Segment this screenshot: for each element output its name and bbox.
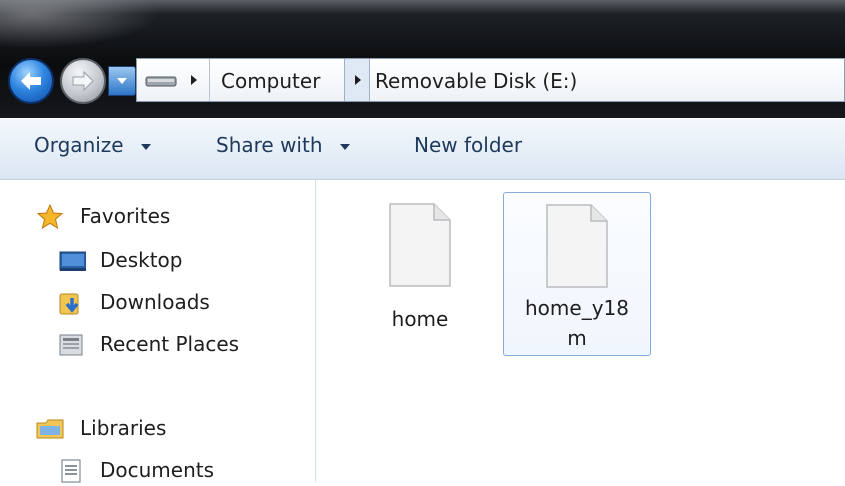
- organize-label: Organize: [34, 133, 124, 157]
- navigation-pane: Favorites Desktop Downloads Recent Place…: [0, 180, 316, 483]
- address-bar[interactable]: Computer Removable Disk (E:): [136, 58, 845, 102]
- breadcrumb-computer-arrow[interactable]: [344, 59, 370, 101]
- breadcrumb-removable-disk[interactable]: Removable Disk (E:): [375, 69, 577, 93]
- desktop-label: Desktop: [100, 248, 183, 272]
- command-toolbar: Organize Share with New folder: [0, 118, 845, 180]
- breadcrumb-divider: [209, 59, 210, 101]
- new-folder-button[interactable]: New folder: [414, 133, 522, 157]
- downloads-label: Downloads: [100, 290, 210, 314]
- drive-icon: [145, 76, 177, 87]
- documents-label: Documents: [100, 458, 215, 482]
- libraries-icon: [36, 419, 64, 439]
- desktop-icon: [59, 251, 86, 271]
- recent-pages-button[interactable]: [108, 66, 136, 96]
- star-icon: [36, 204, 64, 230]
- chevron-right-icon: [191, 75, 197, 85]
- back-button[interactable]: [8, 58, 54, 104]
- nav-favorites[interactable]: Favorites: [36, 202, 296, 232]
- downloads-icon: [59, 293, 79, 315]
- forward-button[interactable]: [60, 58, 106, 104]
- nav-libraries[interactable]: Libraries: [36, 414, 296, 444]
- chevron-down-icon: [117, 78, 127, 84]
- nav-recent-places[interactable]: Recent Places: [58, 330, 298, 360]
- recent-places-icon: [59, 334, 83, 356]
- documents-icon: [61, 459, 81, 483]
- window-title-bar: Computer Removable Disk (E:): [0, 0, 845, 118]
- share-with-menu-button[interactable]: Share with: [216, 133, 351, 157]
- dropdown-caret-icon: [140, 143, 151, 150]
- dropdown-caret-icon: [339, 143, 350, 150]
- breadcrumb-root-arrow[interactable]: [181, 59, 207, 101]
- nav-desktop[interactable]: Desktop: [58, 246, 298, 276]
- favorites-label: Favorites: [80, 204, 171, 228]
- file-name-line-2: m: [567, 326, 587, 350]
- file-item[interactable]: home: [370, 196, 470, 346]
- file-name: home: [391, 307, 449, 331]
- file-item-selected[interactable]: home_y18 m: [503, 192, 651, 356]
- organize-menu-button[interactable]: Organize: [34, 133, 152, 157]
- breadcrumb-computer[interactable]: Computer: [221, 69, 320, 93]
- file-list-area: home home_y18 m: [316, 180, 845, 482]
- back-arrow-icon: [21, 72, 41, 90]
- blank-file-icon: [546, 204, 608, 288]
- libraries-label: Libraries: [80, 416, 167, 440]
- chevron-right-icon: [355, 75, 361, 85]
- nav-downloads[interactable]: Downloads: [58, 288, 298, 318]
- blank-file-icon: [389, 203, 451, 287]
- title-bar-highlight: [0, 0, 160, 48]
- forward-arrow-icon: [72, 70, 94, 92]
- file-name-line-1: home_y18: [525, 296, 629, 320]
- share-with-label: Share with: [216, 133, 323, 157]
- recent-places-label: Recent Places: [100, 332, 240, 356]
